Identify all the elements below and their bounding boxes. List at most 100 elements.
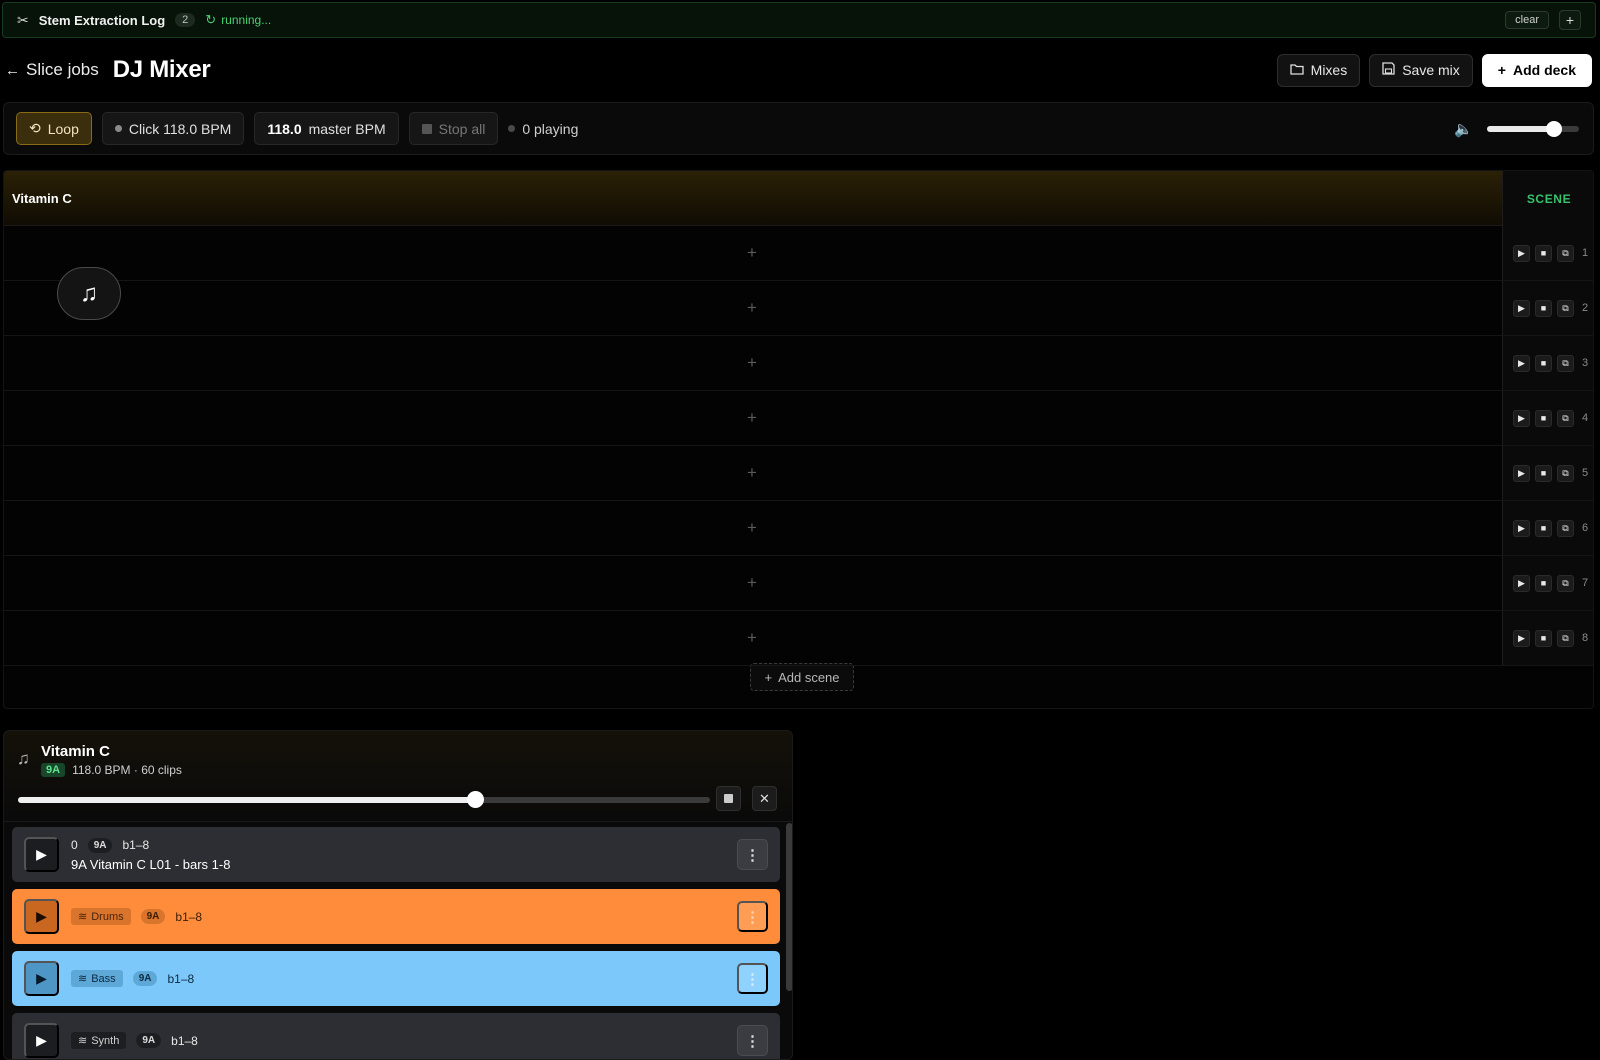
add-scene-button[interactable]: + Add scene	[750, 663, 854, 691]
deck-name: Vitamin C	[41, 743, 110, 760]
music-note-icon: ♫	[17, 749, 30, 768]
close-icon: ✕	[759, 790, 770, 806]
stem-extraction-log-bar: ✂ Stem Extraction Log 2 ↻ running... cle…	[2, 2, 1596, 38]
stop-icon	[724, 794, 733, 803]
clip-title: 9A Vitamin C L01 - bars 1-8	[71, 856, 231, 872]
mixes-button[interactable]: Mixes	[1276, 53, 1361, 87]
loop-icon: ⟲	[29, 120, 41, 136]
music-note-icon[interactable]: ♫	[57, 267, 121, 320]
back-link[interactable]: ← Slice jobs	[5, 60, 99, 80]
clip-slot-row: +	[4, 226, 1502, 281]
volume-knob[interactable]	[1546, 120, 1563, 137]
add-clip-slot-button[interactable]: +	[747, 518, 757, 538]
scene-play-icon[interactable]: ▶	[1513, 244, 1530, 262]
clip-row[interactable]: ▶ ≋ Drums 9A b1–8 ⋮	[12, 889, 780, 944]
scene-play-icon[interactable]: ▶	[1513, 299, 1530, 317]
log-status: running...	[221, 13, 272, 27]
scene-duplicate-icon[interactable]: ⧉	[1557, 519, 1574, 537]
deck-position-knob[interactable]	[466, 791, 484, 808]
scene-play-icon[interactable]: ▶	[1513, 629, 1530, 647]
add-clip-slot-button[interactable]: +	[747, 628, 757, 648]
clear-log-button[interactable]: clear	[1505, 11, 1549, 29]
scene-row: ▶ ■ ⧉ 6	[1502, 501, 1593, 556]
scene-stop-icon[interactable]: ■	[1535, 409, 1552, 427]
back-label: Slice jobs	[26, 60, 99, 79]
folder-icon	[1290, 62, 1304, 78]
master-bpm-field[interactable]: 118.0 master BPM	[254, 112, 399, 145]
playing-dot	[508, 125, 516, 132]
deck-stop-button[interactable]	[716, 786, 741, 811]
scene-duplicate-icon[interactable]: ⧉	[1557, 574, 1574, 592]
scene-number: 3	[1582, 357, 1589, 369]
add-clip-slot-button[interactable]: +	[747, 243, 757, 263]
clip-info: ≋ Bass 9A b1–8	[71, 970, 194, 987]
clip-slot-row: +	[4, 391, 1502, 446]
clip-play-button[interactable]: ▶	[24, 899, 59, 934]
clip-info: ≋ Drums 9A b1–8	[71, 908, 202, 925]
scene-play-icon[interactable]: ▶	[1513, 519, 1530, 537]
deck-key-badge: 9A	[41, 763, 66, 777]
add-clip-slot-button[interactable]: +	[747, 573, 757, 593]
add-deck-button[interactable]: + Add deck	[1481, 53, 1592, 87]
expand-log-button[interactable]: +	[1559, 10, 1581, 30]
scene-duplicate-icon[interactable]: ⧉	[1557, 354, 1574, 372]
clip-menu-button[interactable]: ⋮	[737, 1025, 768, 1056]
clip-menu-button[interactable]: ⋮	[737, 901, 768, 932]
scene-number: 4	[1582, 412, 1589, 424]
scene-stop-icon[interactable]: ■	[1535, 574, 1552, 592]
deck-position-slider[interactable]	[18, 791, 710, 808]
scene-duplicate-icon[interactable]: ⧉	[1557, 299, 1574, 317]
add-clip-slot-button[interactable]: +	[747, 298, 757, 318]
add-clip-slot-button[interactable]: +	[747, 463, 757, 483]
scene-duplicate-icon[interactable]: ⧉	[1557, 629, 1574, 647]
save-mix-button[interactable]: Save mix	[1369, 53, 1473, 87]
scene-stop-icon[interactable]: ■	[1535, 464, 1552, 482]
clip-menu-button[interactable]: ⋮	[737, 839, 768, 870]
clip-key-badge: 9A	[136, 1033, 162, 1048]
add-clip-slot-button[interactable]: +	[747, 408, 757, 428]
clip-play-button[interactable]: ▶	[24, 837, 59, 872]
deck-panel-header: ♫ Vitamin C 9A 118.0 BPM · 60 clips ✕	[4, 731, 792, 822]
scene-duplicate-icon[interactable]: ⧉	[1557, 464, 1574, 482]
clip-slot-row: +	[4, 446, 1502, 501]
clip-menu-button[interactable]: ⋮	[737, 963, 768, 994]
stop-all-button[interactable]: Stop all	[408, 112, 499, 145]
scene-play-icon[interactable]: ▶	[1513, 574, 1530, 592]
click-toggle[interactable]: Click 118.0 BPM	[101, 112, 245, 145]
page-title: DJ Mixer	[112, 56, 211, 83]
scene-duplicate-icon[interactable]: ⧉	[1557, 409, 1574, 427]
clip-bar-range: b1–8	[175, 909, 203, 924]
playing-status: 0 playing	[508, 121, 578, 137]
scene-stop-icon[interactable]: ■	[1535, 244, 1552, 262]
stop-icon	[421, 123, 432, 134]
scene-play-icon[interactable]: ▶	[1513, 464, 1530, 482]
scene-stop-icon[interactable]: ■	[1535, 354, 1552, 372]
scene-stop-icon[interactable]: ■	[1535, 629, 1552, 647]
scene-duplicate-icon[interactable]: ⧉	[1557, 244, 1574, 262]
clip-row[interactable]: ▶ ≋ Bass 9A b1–8 ⋮	[12, 951, 780, 1006]
clip-play-button[interactable]: ▶	[24, 961, 59, 996]
play-icon: ▶	[36, 846, 47, 862]
clip-row[interactable]: ▶ 0 9A b1–8 9A Vitamin C L01 - bars 1-8 ⋮	[12, 827, 780, 882]
deck-close-button[interactable]: ✕	[752, 786, 777, 811]
master-bpm-label: master BPM	[308, 120, 386, 137]
scene-play-icon[interactable]: ▶	[1513, 354, 1530, 372]
scene-stop-icon[interactable]: ■	[1535, 299, 1552, 317]
deck-column-header[interactable]: Vitamin C	[4, 171, 1502, 226]
clip-list-scrollbar[interactable]	[786, 823, 792, 991]
loop-toggle[interactable]: ⟲ Loop	[16, 112, 92, 145]
stem-tag: ≋ Synth	[71, 1032, 127, 1049]
playing-count: 0 playing	[522, 120, 579, 137]
clip-row[interactable]: ▶ ≋ Synth 9A b1–8 ⋮	[12, 1013, 780, 1059]
scene-play-icon[interactable]: ▶	[1513, 409, 1530, 427]
play-icon: ▶	[36, 1032, 47, 1048]
clip-play-button[interactable]: ▶	[24, 1023, 59, 1058]
add-deck-label: Add deck	[1512, 62, 1576, 78]
add-clip-slot-button[interactable]: +	[747, 353, 757, 373]
clip-slot-row: +	[4, 501, 1502, 556]
scene-stop-icon[interactable]: ■	[1535, 519, 1552, 537]
stop-all-label: Stop all	[438, 120, 486, 137]
master-volume-slider[interactable]	[1487, 120, 1579, 137]
loop-label: Loop	[47, 120, 79, 137]
scene-number: 8	[1582, 632, 1589, 644]
